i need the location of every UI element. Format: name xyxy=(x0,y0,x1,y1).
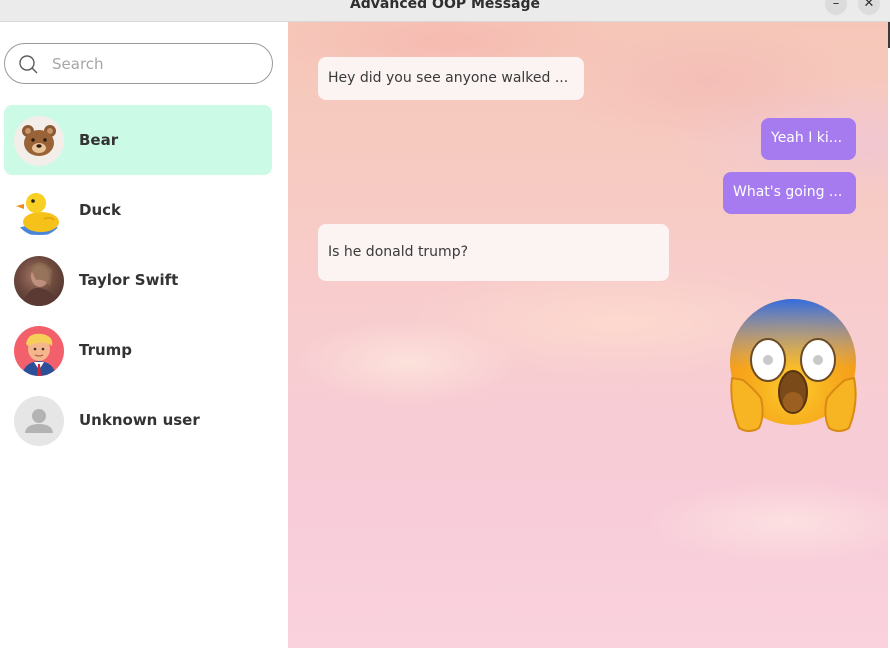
default-user-icon xyxy=(14,396,64,446)
contacts-sidebar: Search Bear Duck Taylor Swift Trump Unkn… xyxy=(0,22,288,648)
taylor-swift-photo-avatar xyxy=(14,256,64,306)
contact-item-bear[interactable]: Bear xyxy=(4,105,272,175)
trump-cartoon-icon xyxy=(14,326,64,376)
incoming-message: Is he donald trump? xyxy=(318,224,669,281)
chat-panel: Hey did you see anyone walked ... Yeah I… xyxy=(288,22,888,648)
message-text: Hey did you see anyone walked ... xyxy=(328,70,569,86)
contact-name: Taylor Swift xyxy=(79,271,179,289)
outgoing-message: Yeah I ki... xyxy=(761,118,856,160)
close-button[interactable]: ✕ xyxy=(858,0,880,15)
contact-name: Duck xyxy=(79,201,121,219)
contact-name: Unknown user xyxy=(79,411,200,429)
message-text: What's going ... xyxy=(733,184,843,200)
contact-item-unknown-user[interactable]: Unknown user xyxy=(4,385,272,455)
message-text: Is he donald trump? xyxy=(328,244,469,260)
bear-icon xyxy=(14,116,64,166)
title-bar: Advanced OOP Message – ✕ xyxy=(0,0,890,22)
minimize-button[interactable]: – xyxy=(825,0,847,15)
search-placeholder: Search xyxy=(52,55,104,73)
outgoing-message: What's going ... xyxy=(723,172,856,214)
screaming-in-fear-emoji-icon xyxy=(730,299,857,432)
contact-name: Trump xyxy=(79,341,133,359)
window-title: Advanced OOP Message xyxy=(349,0,541,12)
message-text: Yeah I ki... xyxy=(771,130,843,146)
duck-icon xyxy=(14,186,64,236)
contact-item-taylor-swift[interactable]: Taylor Swift xyxy=(4,245,272,315)
search-icon xyxy=(19,55,38,74)
contact-item-trump[interactable]: Trump xyxy=(4,315,272,385)
contact-name: Bear xyxy=(79,131,119,149)
contact-item-duck[interactable]: Duck xyxy=(4,175,272,245)
incoming-message: Hey did you see anyone walked ... xyxy=(318,57,584,100)
search-input[interactable]: Search xyxy=(4,43,273,84)
